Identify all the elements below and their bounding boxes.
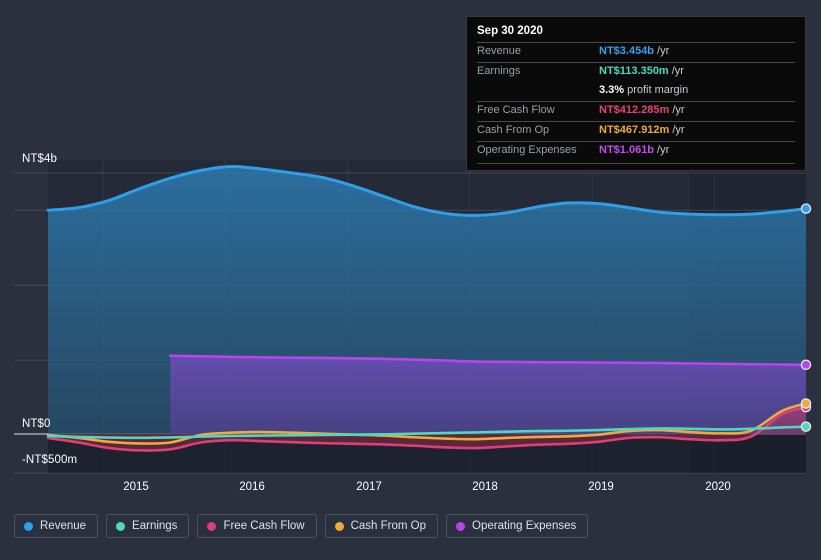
tooltip-date: Sep 30 2020 xyxy=(477,25,543,37)
legend-item-operating-expenses[interactable]: Operating Expenses xyxy=(446,514,589,538)
legend-item-earnings[interactable]: Earnings xyxy=(106,514,190,538)
x-axis-label-2017: 2017 xyxy=(356,481,382,493)
financial-chart-page: NT$4b NT$0 -NT$500m 2015 2016 2017 2018 … xyxy=(0,0,821,560)
x-axis-label-2015: 2015 xyxy=(123,481,149,493)
tooltip-value-profit-margin: 3.3% xyxy=(599,84,625,96)
tooltip-suffix-free-cash-flow: /yr xyxy=(672,104,685,116)
tooltip-value-operating-expenses: NT$1.061b xyxy=(599,144,655,156)
tooltip-row-free-cash-flow: Free Cash Flow NT$412.285m /yr xyxy=(477,101,795,121)
x-axis-label-2020: 2020 xyxy=(705,481,731,493)
legend-item-cash-from-op[interactable]: Cash From Op xyxy=(324,514,439,538)
tooltip-label-operating-expenses: Operating Expenses xyxy=(477,144,577,156)
legend-label-free-cash-flow: Free Cash Flow xyxy=(223,520,305,532)
legend-dot-earnings-icon xyxy=(116,521,126,531)
legend-label-cash-from-op: Cash From Op xyxy=(350,520,427,532)
chart-legend: Revenue Earnings Free Cash Flow Cash Fro… xyxy=(14,514,589,538)
x-axis-label-2018: 2018 xyxy=(472,481,498,493)
tooltip-label-free-cash-flow: Free Cash Flow xyxy=(477,104,555,116)
tooltip-value-cash-from-op: NT$467.912m xyxy=(599,124,670,136)
data-tooltip: Sep 30 2020 Revenue NT$3.454b /yr Earnin… xyxy=(466,16,806,171)
legend-dot-free-cash-flow-icon xyxy=(207,521,217,531)
tooltip-value-revenue: NT$3.454b xyxy=(599,45,655,57)
tooltip-suffix-revenue: /yr xyxy=(657,45,670,57)
legend-label-revenue: Revenue xyxy=(40,520,87,532)
tooltip-row-revenue: Revenue NT$3.454b /yr xyxy=(477,42,795,62)
tooltip-suffix-operating-expenses: /yr xyxy=(657,144,670,156)
tooltip-row-operating-expenses: Operating Expenses NT$1.061b /yr xyxy=(477,141,795,161)
legend-dot-cash-from-op-icon xyxy=(334,521,344,531)
y-axis-label-bottom: -NT$500m xyxy=(22,454,78,466)
tooltip-label-earnings: Earnings xyxy=(477,65,521,77)
legend-label-operating-expenses: Operating Expenses xyxy=(472,520,577,532)
tooltip-row-profit-margin: 3.3% profit margin xyxy=(477,82,795,101)
x-axis-label-2019: 2019 xyxy=(588,481,614,493)
tooltip-suffix-earnings: /yr xyxy=(671,65,684,77)
tooltip-suffix-cash-from-op: /yr xyxy=(672,124,685,136)
tooltip-label-cash-from-op: Cash From Op xyxy=(477,124,550,136)
x-axis-label-2016: 2016 xyxy=(239,481,265,493)
tooltip-value-earnings: NT$113.350m xyxy=(599,65,669,77)
tooltip-row-earnings: Earnings NT$113.350m /yr xyxy=(477,62,795,82)
legend-item-revenue[interactable]: Revenue xyxy=(14,514,99,538)
tooltip-bottom-divider xyxy=(477,163,795,164)
tooltip-label-revenue: Revenue xyxy=(477,45,522,57)
legend-dot-operating-expenses-icon xyxy=(456,521,466,531)
legend-label-earnings: Earnings xyxy=(132,520,178,532)
y-axis-label-zero: NT$0 xyxy=(22,418,51,430)
tooltip-suffix-profit-margin: profit margin xyxy=(627,84,689,96)
tooltip-row-cash-from-op: Cash From Op NT$467.912m /yr xyxy=(477,121,795,141)
legend-dot-revenue-icon xyxy=(24,521,33,531)
legend-item-free-cash-flow[interactable]: Free Cash Flow xyxy=(197,514,317,538)
y-axis-label-top: NT$4b xyxy=(22,153,58,165)
tooltip-value-free-cash-flow: NT$412.285m xyxy=(599,104,670,116)
